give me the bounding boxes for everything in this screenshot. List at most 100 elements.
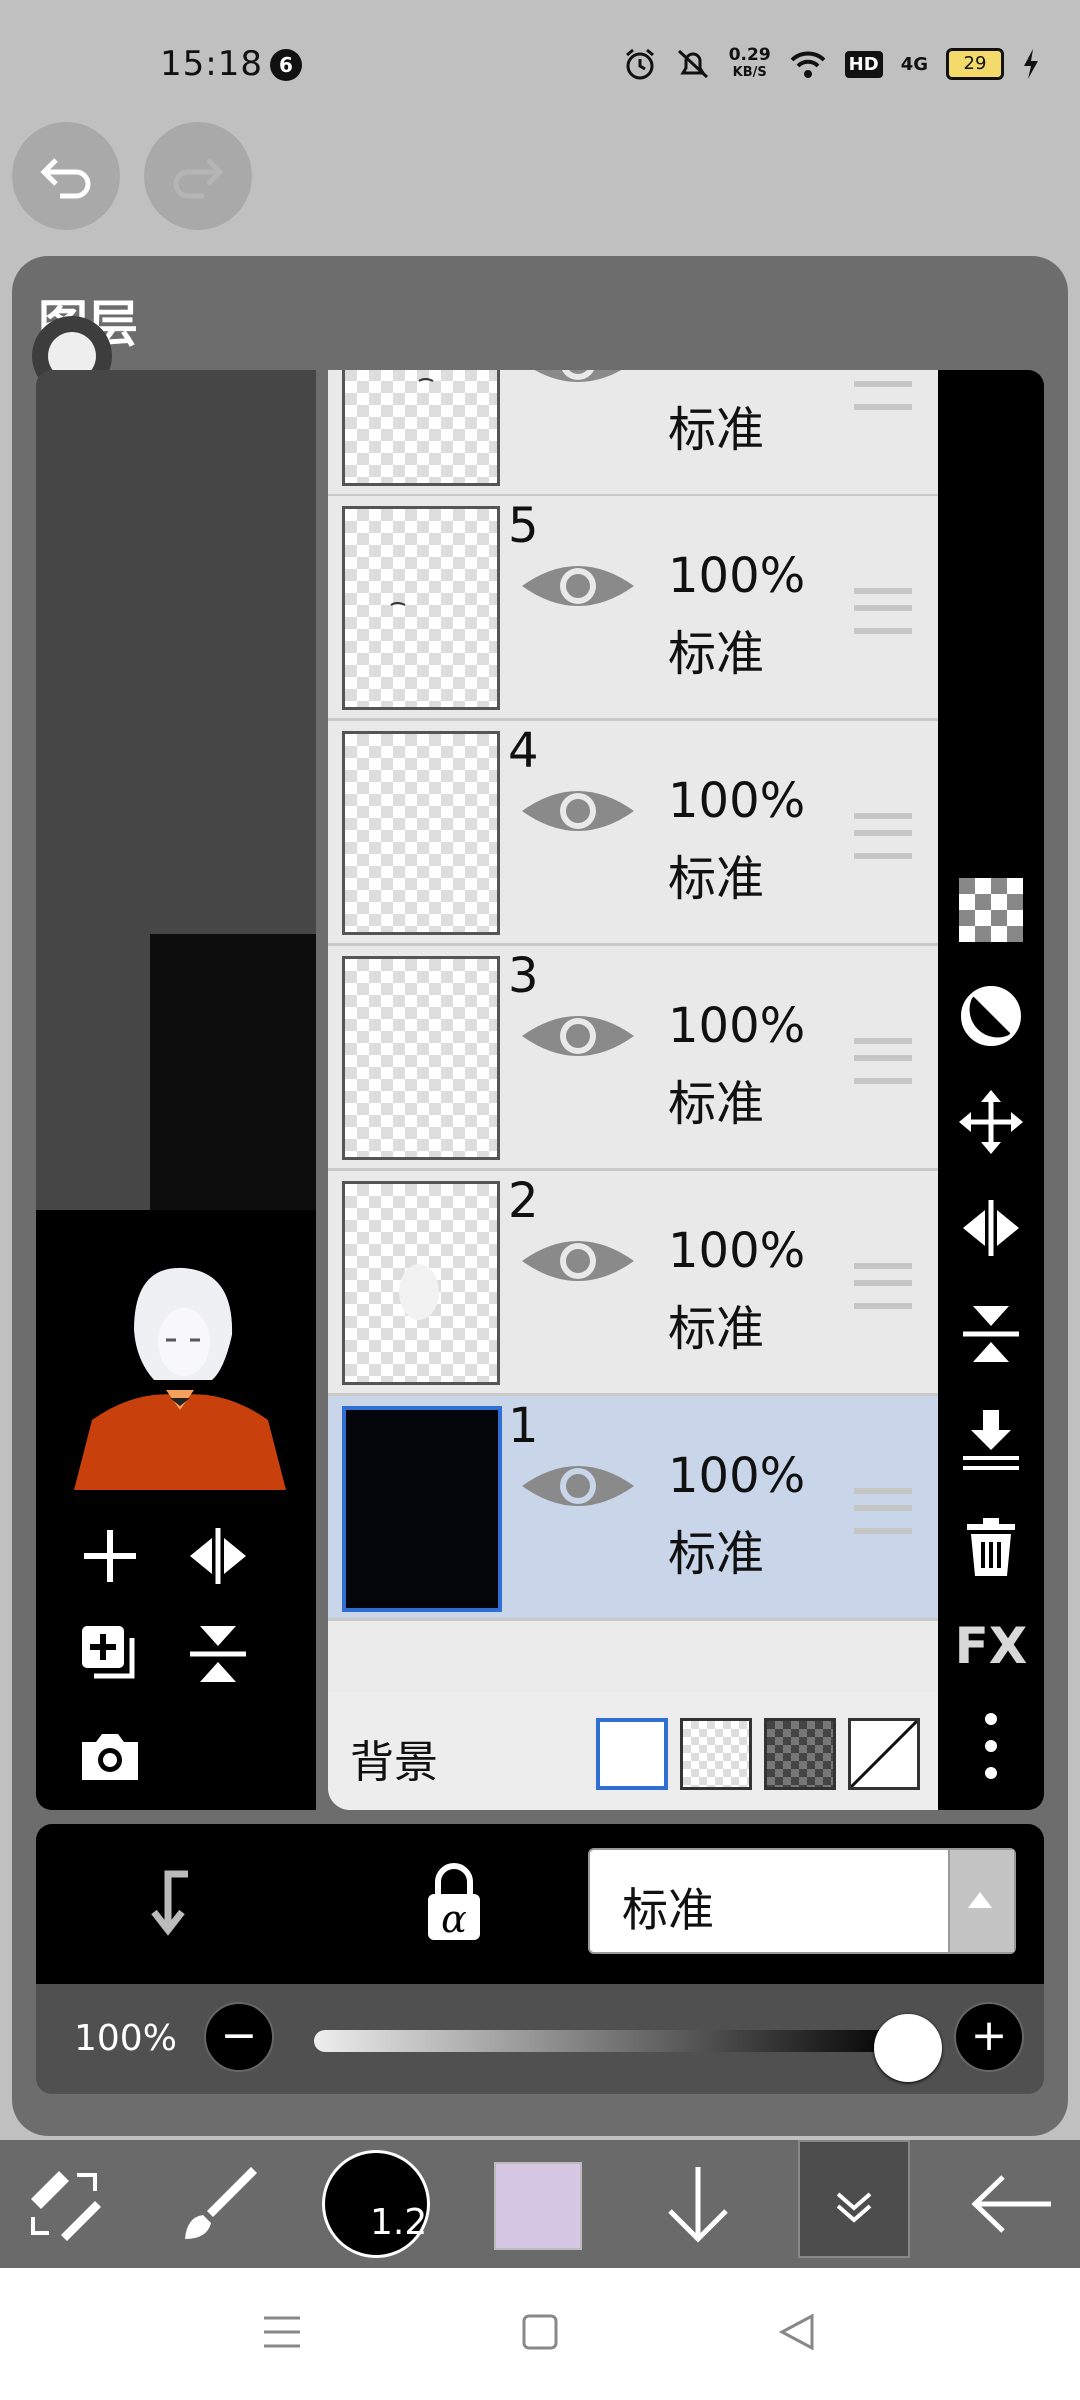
layer-row-5[interactable]: 5 100% 标准 <box>328 496 938 721</box>
canvas-preview-area <box>36 370 316 1810</box>
layer-opacity: 100% <box>668 548 806 604</box>
arrow-down-icon <box>668 2167 728 2243</box>
layer-row-1[interactable]: 1 100% 标准 <box>328 1396 938 1621</box>
drag-handle-icon[interactable] <box>854 1488 912 1534</box>
layer-thumbnail <box>342 956 500 1160</box>
opacity-slider[interactable] <box>314 2030 904 2052</box>
layer-opacity: 100% <box>668 1448 806 1504</box>
double-chevron-down-icon <box>836 2192 872 2223</box>
more-menu-button[interactable] <box>951 1706 1031 1786</box>
canvas-dark-region <box>150 934 316 1234</box>
layer-row-3[interactable]: 3 100% 标准 <box>328 946 938 1171</box>
flip-layer-vertical-button[interactable] <box>951 1294 1031 1374</box>
nav-menu-button[interactable] <box>262 2312 302 2352</box>
drag-handle-icon[interactable] <box>854 370 912 410</box>
layer-row-4[interactable]: 4 100% 标准 <box>328 721 938 946</box>
duplicate-layer-button[interactable] <box>70 1614 150 1694</box>
canvas-thumbnail[interactable] <box>74 1260 286 1490</box>
trash-icon <box>967 1518 1015 1576</box>
color-swatch-button[interactable] <box>494 2162 582 2250</box>
move-arrows-icon <box>959 1090 1023 1154</box>
fx-button[interactable]: FX <box>951 1606 1031 1686</box>
undo-icon <box>40 158 91 199</box>
layer-row-6[interactable]: 6 100% 标准 <box>328 370 938 497</box>
layer-down-button[interactable] <box>648 2140 748 2268</box>
clip-arrow-icon <box>151 1870 188 1936</box>
camera-button[interactable] <box>70 1716 150 1796</box>
eye-icon <box>522 791 634 831</box>
hd-badge: HD <box>844 50 883 78</box>
undo-button[interactable] <box>12 122 120 230</box>
opacity-increase-button[interactable]: + <box>954 2002 1024 2072</box>
clipping-button[interactable] <box>951 976 1031 1056</box>
layer-number: 1 <box>508 1398 539 1454</box>
right-tool-column: FX <box>938 370 1044 1810</box>
layer-opacity: 100% <box>668 773 806 829</box>
drag-handle-icon[interactable] <box>854 1263 912 1309</box>
add-layer-button[interactable] <box>70 1516 150 1596</box>
tool-switch-icon <box>31 2171 101 2241</box>
background-label: 背景 <box>350 1737 438 1788</box>
flip-horizontal-icon <box>963 1200 1019 1256</box>
layer-row-2[interactable]: 2 100% 标准 <box>328 1171 938 1396</box>
expand-menu-button[interactable] <box>798 2140 910 2258</box>
brush-tool-button[interactable] <box>170 2140 270 2268</box>
transparency-lock-button[interactable] <box>951 870 1031 950</box>
back-button[interactable] <box>962 2140 1062 2268</box>
status-bar: 15:18 6 0.29 KB/S HD 4G 29 <box>0 0 1080 120</box>
camera-icon <box>82 1734 138 1780</box>
visibility-button[interactable] <box>518 1006 638 1070</box>
drag-handle-icon[interactable] <box>854 1038 912 1084</box>
delete-layer-button[interactable] <box>951 1506 1031 1586</box>
eye-icon <box>534 370 622 382</box>
battery-indicator: 29 <box>946 48 1004 80</box>
clipping-toggle[interactable] <box>132 1862 212 1942</box>
drag-handle-icon[interactable] <box>854 813 912 859</box>
opacity-slider-knob[interactable] <box>874 2014 942 2082</box>
wifi-icon <box>790 51 826 78</box>
blend-mode-select[interactable]: 标准 <box>588 1848 1016 1954</box>
flip-vertical-icon <box>190 1626 246 1682</box>
layer-panel: 图层 <box>12 256 1068 2136</box>
home-square-icon <box>522 2314 558 2350</box>
visibility-button[interactable] <box>518 781 638 845</box>
nav-home-button[interactable] <box>522 2314 558 2350</box>
eye-icon <box>522 566 634 606</box>
tool-switch-button[interactable] <box>14 2140 114 2268</box>
visibility-button[interactable] <box>518 1231 638 1295</box>
arrow-left-icon <box>971 2175 1051 2233</box>
alpha-lock-toggle[interactable]: α <box>414 1858 494 1948</box>
layer-thumbnail <box>342 370 500 486</box>
visibility-button[interactable] <box>518 370 638 396</box>
bg-white-swatch[interactable] <box>596 1718 668 1790</box>
eye-icon <box>522 1466 634 1506</box>
bg-transparent-swatch[interactable] <box>680 1718 752 1790</box>
opacity-row: 100% − + <box>36 1984 1044 2094</box>
checkerboard-icon <box>959 878 1023 942</box>
layer-blend-mode: 标准 <box>668 1526 765 1582</box>
opacity-decrease-button[interactable]: − <box>204 2002 274 2072</box>
alpha-lock-icon: α <box>428 1863 480 1941</box>
redo-button[interactable] <box>144 122 252 230</box>
layer-list[interactable]: 6 100% 标准 5 <box>328 370 938 1810</box>
layer-thumbnail <box>342 1406 502 1612</box>
layer-thumbnail <box>342 1181 500 1385</box>
visibility-button[interactable] <box>518 556 638 620</box>
more-vertical-icon <box>985 1713 997 1779</box>
visibility-button[interactable] <box>518 1456 638 1520</box>
bg-dark-checker-swatch[interactable] <box>764 1718 836 1790</box>
flip-layer-horizontal-button[interactable] <box>951 1188 1031 1268</box>
move-button[interactable] <box>951 1082 1031 1162</box>
merge-down-icon <box>963 1410 1019 1470</box>
eye-icon <box>522 1241 634 1281</box>
drag-handle-icon[interactable] <box>854 588 912 634</box>
merge-down-button[interactable] <box>951 1400 1031 1480</box>
layer-blend-mode: 标准 <box>668 1076 765 1132</box>
dropdown-arrow[interactable] <box>948 1850 1014 1952</box>
nav-back-button[interactable] <box>778 2312 818 2352</box>
half-circle-icon <box>961 986 1021 1046</box>
flip-vertical-button[interactable] <box>178 1614 258 1694</box>
back-triangle-icon <box>778 2313 814 2351</box>
flip-horizontal-button[interactable] <box>178 1516 258 1596</box>
bg-none-swatch[interactable] <box>848 1718 920 1790</box>
